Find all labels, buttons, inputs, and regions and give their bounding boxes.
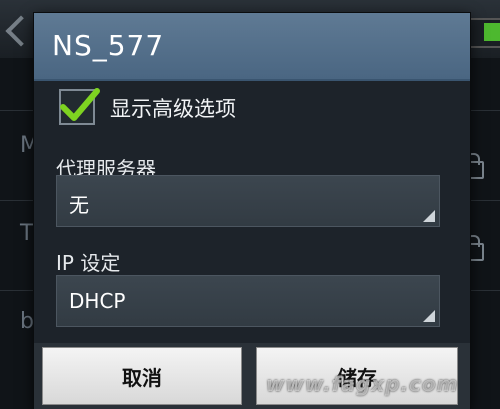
proxy-dropdown[interactable]: 无 xyxy=(56,175,440,227)
dropdown-arrow-icon xyxy=(423,310,435,322)
advanced-options-label: 显示高级选项 xyxy=(110,97,236,121)
ip-settings-value: DHCP xyxy=(69,289,126,313)
dialog-title-bar: NS_577 xyxy=(34,13,470,81)
ip-settings-dropdown[interactable]: DHCP xyxy=(56,275,440,327)
checkmark-icon xyxy=(60,88,100,121)
ip-settings-label: IP 设定 xyxy=(56,251,121,275)
network-name: b xyxy=(20,309,34,334)
cancel-button[interactable]: 取消 xyxy=(42,347,242,405)
proxy-value: 无 xyxy=(69,193,89,217)
dialog-title: NS_577 xyxy=(52,29,165,62)
back-arrow-icon[interactable] xyxy=(5,15,37,47)
dropdown-arrow-icon xyxy=(423,210,435,222)
advanced-options-checkbox[interactable] xyxy=(59,88,100,125)
network-name: T xyxy=(20,221,34,246)
network-settings-dialog: NS_577 显示高级选项 代理服务器 无 IP 设定 DHCP 取消 储存 xyxy=(34,13,470,409)
watermark: www.fagxp.com xyxy=(266,372,459,396)
wifi-toggle[interactable] xyxy=(468,18,500,48)
